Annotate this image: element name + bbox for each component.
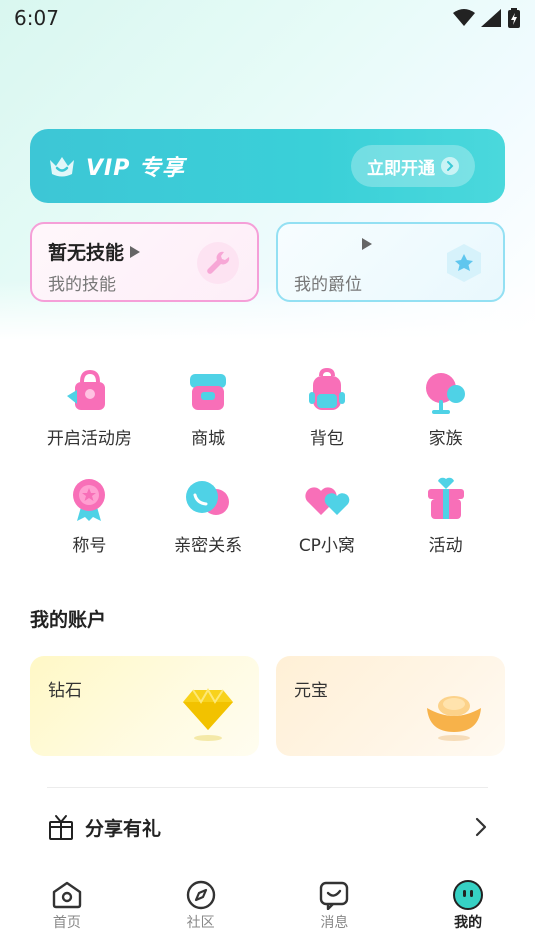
rank-card-title-row	[294, 238, 372, 250]
status-time: 6:07	[14, 6, 59, 30]
hearts-icon	[305, 487, 350, 515]
feature-label: 亲密关系	[174, 536, 243, 556]
gift-bag-icon	[67, 369, 106, 410]
feature-label: 活动	[428, 536, 463, 556]
compass-icon	[186, 880, 215, 910]
family-icon	[425, 373, 465, 414]
shop-icon	[190, 374, 227, 410]
chat-bubbles-icon	[186, 481, 230, 515]
tab-profile[interactable]: 我的	[428, 880, 508, 932]
diamond-card[interactable]: 钻石	[30, 656, 259, 756]
feature-grid: 开启活动房 商城 背包 家族 称号 亲密关系 CP小窝 活动	[30, 368, 505, 556]
feature-intimacy[interactable]: 亲密关系	[149, 475, 268, 556]
feature-label: 家族	[428, 429, 463, 449]
status-bar: 6:07	[0, 0, 535, 36]
feature-family[interactable]: 家族	[386, 368, 505, 449]
chevron-right-icon	[475, 817, 487, 837]
skill-title: 暂无技能	[48, 242, 125, 264]
skill-subtitle: 我的技能	[48, 275, 116, 295]
diamond-icon	[183, 688, 233, 741]
message-icon	[320, 881, 349, 910]
share-label: 分享有礼	[85, 817, 162, 840]
medal-icon	[73, 479, 106, 521]
gold-ingot-icon	[427, 696, 481, 741]
play-triangle-icon	[362, 238, 372, 250]
feature-backpack[interactable]: 背包	[268, 368, 387, 449]
feature-cp-nest[interactable]: CP小窝	[268, 475, 387, 556]
battery-icon	[508, 8, 520, 28]
rank-card[interactable]: 我的爵位	[276, 222, 505, 302]
feature-shop[interactable]: 商城	[149, 368, 268, 449]
hexagon-star-icon	[447, 244, 481, 282]
gift-box-icon	[427, 477, 464, 519]
vip-open-button[interactable]: 立即开通	[351, 145, 475, 187]
tab-label: 社区	[186, 915, 215, 931]
ingot-label: 元宝	[294, 681, 328, 701]
tab-label: 首页	[52, 915, 81, 931]
feature-label: 商城	[191, 429, 226, 449]
play-triangle-icon	[130, 245, 141, 258]
tab-label: 消息	[320, 915, 349, 931]
profile-icon	[453, 880, 484, 910]
rank-subtitle: 我的爵位	[294, 275, 362, 295]
bottom-tab-bar: 首页 社区 消息 我的	[0, 880, 535, 951]
arrow-circle-icon	[441, 157, 459, 175]
tab-home[interactable]: 首页	[27, 880, 107, 932]
account-section-title: 我的账户	[30, 609, 107, 631]
vip-title: VIP 专享	[86, 156, 185, 181]
skill-card[interactable]: 暂无技能 我的技能	[30, 222, 259, 302]
ingot-card[interactable]: 元宝	[276, 656, 505, 756]
feature-activity-room[interactable]: 开启活动房	[30, 368, 149, 449]
tab-community[interactable]: 社区	[161, 880, 241, 932]
crown-icon	[50, 157, 74, 177]
skill-card-title-row: 暂无技能	[48, 238, 141, 265]
divider	[47, 787, 488, 788]
tab-label: 我的	[454, 915, 483, 931]
feature-label: 背包	[309, 429, 344, 449]
wrench-icon	[197, 242, 239, 284]
feature-label: 称号	[72, 536, 107, 556]
vip-banner[interactable]: VIP 专享 立即开通	[30, 129, 505, 203]
feature-activity[interactable]: 活动	[386, 475, 505, 556]
diamond-label: 钻石	[48, 681, 82, 701]
vip-open-label: 立即开通	[367, 158, 435, 179]
wifi-icon	[453, 9, 475, 26]
feature-title[interactable]: 称号	[30, 475, 149, 556]
home-icon	[52, 881, 82, 909]
gift-icon	[49, 815, 73, 840]
tab-messages[interactable]: 消息	[294, 880, 374, 932]
backpack-icon	[308, 368, 345, 410]
feature-label: 开启活动房	[46, 429, 132, 449]
status-icons	[453, 8, 521, 28]
feature-label: CP小窝	[298, 536, 355, 556]
share-gift-row[interactable]: 分享有礼	[47, 806, 488, 848]
signal-icon	[481, 9, 501, 27]
